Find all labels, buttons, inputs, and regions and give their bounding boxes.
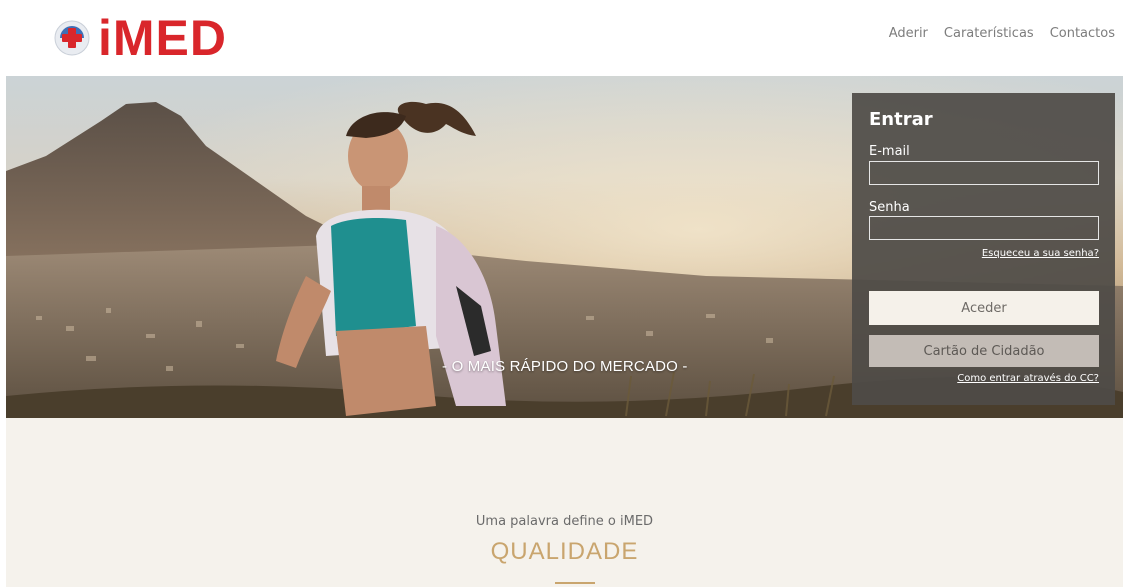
forgot-password-link[interactable]: Esqueceu a sua senha? (982, 248, 1099, 259)
section-headline: QUALIDADE (490, 538, 639, 565)
logo-text: iMED (98, 10, 227, 66)
medical-cross-icon (54, 20, 90, 56)
citizen-card-button[interactable]: Cartão de Cidadão (869, 335, 1099, 367)
section-subtitle: Uma palavra define o iMED (475, 514, 654, 529)
nav-item-contactos[interactable]: Contactos (1050, 26, 1115, 41)
email-field[interactable] (869, 161, 1099, 185)
email-label: E-mail (869, 144, 910, 159)
site-header: iMED Aderir Caraterísticas Contactos (0, 0, 1129, 76)
citizen-card-help-link[interactable]: Como entrar através do CC? (957, 373, 1099, 384)
nav-item-aderir[interactable]: Aderir (889, 26, 928, 41)
password-field[interactable] (869, 216, 1099, 240)
nav-item-caracteristicas[interactable]: Caraterísticas (944, 26, 1034, 41)
login-panel: Entrar E-mail Senha Esqueceu a sua senha… (852, 93, 1115, 405)
quality-section: Uma palavra define o iMED QUALIDADE (6, 418, 1123, 587)
submit-button[interactable]: Aceder (869, 291, 1099, 325)
main-nav: Aderir Caraterísticas Contactos (873, 26, 1115, 41)
hero-tagline: - O MAIS RÁPIDO DO MERCADO - (442, 358, 688, 375)
logo[interactable]: iMED (54, 12, 227, 64)
login-title: Entrar (869, 109, 933, 130)
password-label: Senha (869, 200, 910, 215)
divider (555, 582, 595, 584)
